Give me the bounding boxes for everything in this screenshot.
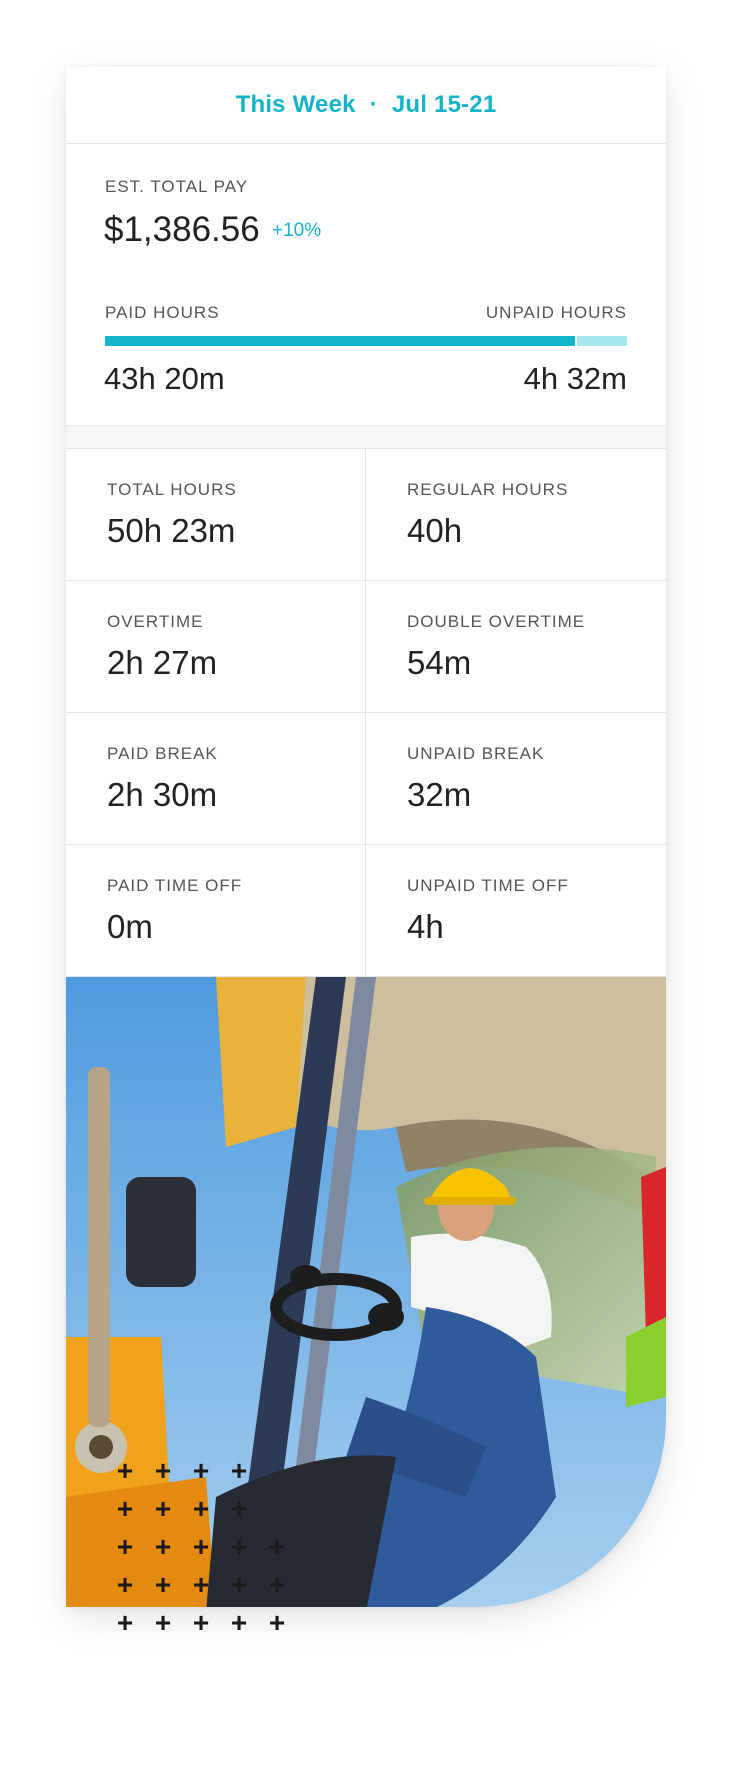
- plus-icon: +: [192, 1569, 210, 1600]
- plus-icon: +: [268, 1607, 286, 1638]
- est-total-pay-label: EST. TOTAL PAY: [105, 177, 249, 196]
- stat-value: 2h 27m: [107, 644, 218, 681]
- plus-icon: +: [154, 1531, 172, 1562]
- plus-icon: +: [230, 1607, 248, 1638]
- paid-hours-value: 43h 20m: [104, 361, 225, 396]
- plus-icon: +: [230, 1493, 248, 1524]
- hours-progress-bar: [105, 336, 627, 346]
- stat-value: 0m: [107, 908, 153, 945]
- plus-icon: +: [154, 1455, 172, 1486]
- period-label: This Week: [235, 91, 356, 118]
- stat-overtime: OVERTIME 2h 27m: [66, 581, 366, 713]
- timesheet-summary-card: This Week · Jul 15-21 EST. TOTAL PAY $1,…: [66, 67, 666, 1607]
- stat-label: UNPAID TIME OFF: [407, 876, 569, 895]
- stat-label: PAID BREAK: [107, 744, 218, 763]
- plus-icon: +: [116, 1455, 134, 1486]
- plus-icon: +: [192, 1607, 210, 1638]
- section-divider: [66, 425, 666, 449]
- stat-value: 32m: [407, 776, 472, 813]
- stat-paid-time-off: PAID TIME OFF 0m: [66, 845, 366, 977]
- pay-change-badge: +10%: [272, 220, 322, 241]
- plus-icon: +: [230, 1569, 248, 1600]
- stat-label: REGULAR HOURS: [407, 480, 569, 499]
- plus-icon: +: [154, 1569, 172, 1600]
- header-separator: ·: [369, 91, 378, 118]
- stat-label: PAID TIME OFF: [107, 876, 243, 895]
- stat-paid-break: PAID BREAK 2h 30m: [66, 713, 366, 845]
- plus-icon: +: [154, 1607, 172, 1638]
- plus-icon: +: [154, 1493, 172, 1524]
- stat-label: TOTAL HOURS: [107, 480, 237, 499]
- plus-pattern-decoration: + + + + + + + + + + + + + + +: [106, 1528, 296, 1642]
- unpaid-hours-value: 4h 32m: [523, 361, 627, 396]
- plus-icon: +: [230, 1531, 248, 1562]
- plus-icon: +: [116, 1493, 134, 1524]
- stat-regular-hours: REGULAR HOURS 40h: [366, 449, 666, 581]
- plus-icon: +: [192, 1455, 210, 1486]
- week-header[interactable]: This Week · Jul 15-21: [66, 67, 666, 144]
- stat-value: 54m: [407, 644, 472, 681]
- pay-summary: EST. TOTAL PAY $1,386.56 +10% PAID HOURS…: [66, 144, 666, 425]
- unpaid-hours-label: UNPAID HOURS: [485, 303, 627, 322]
- plus-icon: +: [230, 1455, 248, 1486]
- stat-label: UNPAID BREAK: [407, 744, 545, 763]
- paid-hours-label: PAID HOURS: [105, 303, 220, 322]
- plus-icon: +: [192, 1493, 210, 1524]
- date-range: Jul 15-21: [391, 91, 497, 118]
- plus-icon: +: [116, 1607, 134, 1638]
- plus-icon: +: [116, 1531, 134, 1562]
- plus-icon: +: [268, 1569, 286, 1600]
- stat-unpaid-time-off: UNPAID TIME OFF 4h: [366, 845, 666, 977]
- stat-value: 50h 23m: [107, 512, 236, 549]
- stat-unpaid-break: UNPAID BREAK 32m: [366, 713, 666, 845]
- stat-value: 4h: [407, 908, 444, 945]
- hours-breakdown-grid: TOTAL HOURS 50h 23m REGULAR HOURS 40h OV…: [66, 449, 666, 977]
- stat-total-hours: TOTAL HOURS 50h 23m: [66, 449, 366, 581]
- plus-icon: +: [268, 1531, 286, 1562]
- stat-value: 40h: [407, 512, 463, 549]
- stat-label: DOUBLE OVERTIME: [407, 612, 586, 631]
- plus-pattern-decoration: + + + + + + + +: [106, 1452, 258, 1528]
- est-total-pay-amount: $1,386.56: [104, 210, 260, 249]
- stat-double-overtime: DOUBLE OVERTIME 54m: [366, 581, 666, 713]
- plus-icon: +: [116, 1569, 134, 1600]
- plus-icon: +: [192, 1531, 210, 1562]
- paid-hours-fill: [105, 336, 578, 346]
- stat-value: 2h 30m: [107, 776, 218, 813]
- stat-label: OVERTIME: [107, 612, 204, 631]
